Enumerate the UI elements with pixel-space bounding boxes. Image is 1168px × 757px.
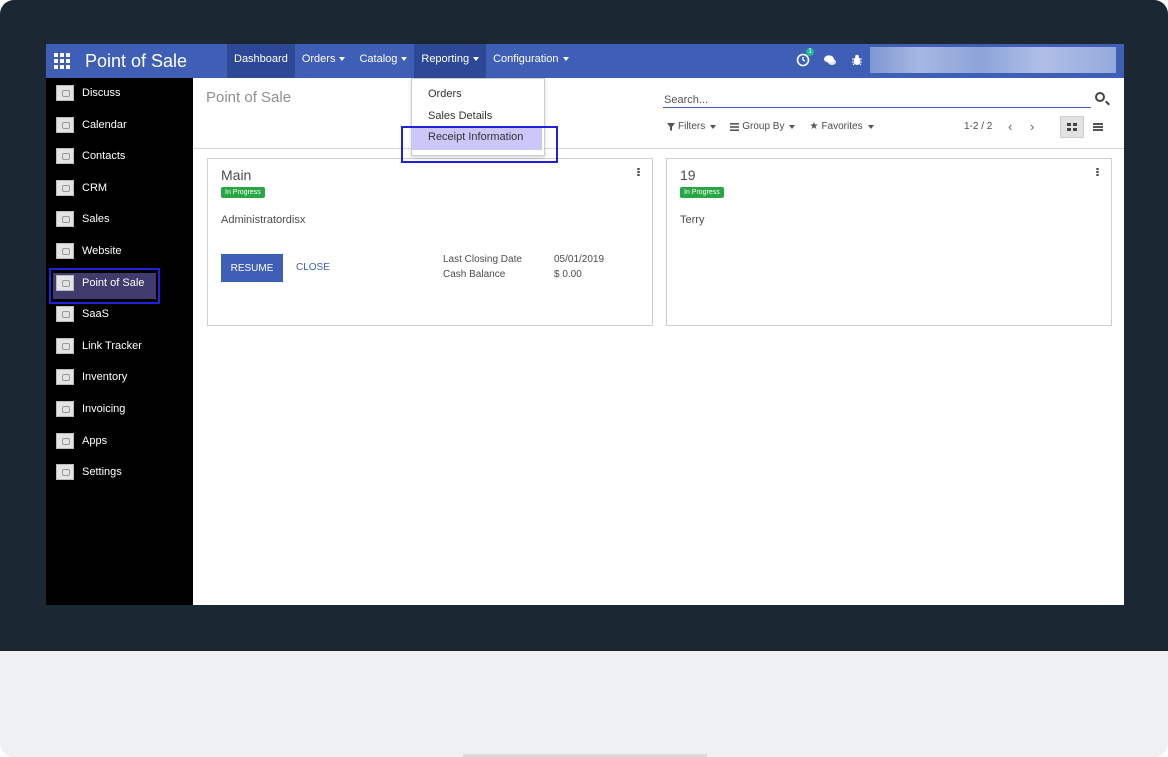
- list-view-button[interactable]: [1086, 116, 1110, 138]
- sidebar-item-crm[interactable]: CRM: [56, 178, 107, 198]
- breadcrumb: Point of Sale: [206, 89, 292, 106]
- session-title: Main: [221, 167, 252, 183]
- app-icon: [56, 211, 74, 227]
- closing-date-label: Last Closing Date: [443, 254, 522, 265]
- session-user: Administratordisx: [221, 214, 306, 226]
- session-card-19: 19 In Progress Terry: [666, 158, 1112, 326]
- kanban-icon: [1067, 123, 1077, 131]
- control-panel-divider: [193, 148, 1124, 149]
- app-sidebar: Discuss Calendar Contacts CRM Sales Webs…: [46, 78, 193, 605]
- app-icon: [56, 338, 74, 354]
- dropdown-item-orders[interactable]: Orders: [428, 88, 462, 100]
- app-icon: [56, 117, 74, 133]
- chevron-down-icon: [562, 57, 569, 62]
- cash-balance-label: Cash Balance: [443, 269, 506, 280]
- search-input[interactable]: [663, 92, 1064, 108]
- apps-grid-icon[interactable]: [54, 53, 70, 69]
- top-navbar: Point of Sale Dashboard Orders Catalog R…: [46, 44, 1124, 78]
- system-tray: 1: [796, 48, 864, 67]
- chevron-down-icon: [339, 57, 346, 62]
- chevron-down-icon: [710, 124, 717, 129]
- chevron-right-icon[interactable]: ›: [1030, 120, 1034, 133]
- monitor-chin: [0, 651, 1168, 757]
- filters-button[interactable]: Filters: [667, 121, 717, 132]
- funnel-icon: [667, 122, 675, 131]
- chevron-down-icon: [789, 124, 796, 129]
- app-icon: [56, 369, 74, 385]
- pager-value[interactable]: 1-2 / 2: [964, 121, 992, 132]
- sidebar-item-calendar[interactable]: Calendar: [56, 115, 127, 135]
- dropdown-item-sales-details[interactable]: Sales Details: [428, 110, 492, 122]
- menu-configuration[interactable]: Configuration: [486, 44, 575, 78]
- app-icon: [56, 433, 74, 449]
- sidebar-item-point-of-sale[interactable]: Point of Sale: [56, 273, 144, 293]
- session-card-main: Main In Progress Administratordisx RESUM…: [207, 158, 653, 326]
- menu-catalog[interactable]: Catalog: [352, 44, 414, 78]
- chevron-down-icon: [473, 57, 480, 62]
- sidebar-item-invoicing[interactable]: Invoicing: [56, 399, 125, 419]
- activity-clock-icon[interactable]: 1: [796, 48, 814, 67]
- sidebar-item-link-tracker[interactable]: Link Tracker: [56, 336, 142, 356]
- app-icon: [56, 180, 74, 196]
- kanban-view-button[interactable]: [1060, 116, 1084, 138]
- session-title: 19: [680, 167, 696, 183]
- search-options: Filters Group By ★ Favorites: [667, 121, 874, 132]
- app-icon: [56, 401, 74, 417]
- sidebar-item-sales[interactable]: Sales: [56, 209, 110, 229]
- favorites-button[interactable]: ★ Favorites: [809, 121, 874, 132]
- chevron-down-icon: [867, 124, 874, 129]
- kebab-menu-icon[interactable]: [637, 168, 640, 176]
- list-icon: [1093, 123, 1103, 131]
- chevron-down-icon: [401, 57, 408, 62]
- app-icon: [56, 85, 74, 101]
- status-badge: In Progress: [221, 187, 265, 198]
- sidebar-item-saas[interactable]: SaaS: [56, 304, 109, 324]
- sidebar-item-discuss[interactable]: Discuss: [56, 83, 121, 103]
- debug-bug-icon[interactable]: [850, 53, 864, 67]
- sidebar-item-apps[interactable]: Apps: [56, 431, 107, 451]
- search-bar: [663, 90, 1091, 108]
- close-session-link[interactable]: CLOSE: [296, 262, 330, 273]
- app-icon: [56, 275, 74, 291]
- user-menu-blurred[interactable]: [870, 47, 1116, 73]
- app-icon: [56, 306, 74, 322]
- sidebar-item-settings[interactable]: Settings: [56, 462, 122, 482]
- resume-button[interactable]: RESUME: [221, 254, 283, 282]
- menu-dashboard[interactable]: Dashboard: [227, 44, 295, 78]
- chat-bubbles-icon[interactable]: [823, 53, 837, 67]
- sidebar-item-inventory[interactable]: Inventory: [56, 367, 127, 387]
- app-icon: [56, 148, 74, 164]
- closing-date-value: 05/01/2019: [554, 254, 605, 265]
- menu-reporting[interactable]: Reporting: [414, 44, 487, 78]
- menu-orders[interactable]: Orders: [295, 44, 353, 78]
- app-screen: Point of Sale Dashboard Orders Catalog R…: [46, 44, 1124, 605]
- bars-icon: [730, 122, 740, 131]
- status-badge: In Progress: [680, 187, 724, 198]
- dropdown-highlight-box: [401, 126, 558, 163]
- activity-count-badge: 1: [806, 48, 814, 56]
- sidebar-item-website[interactable]: Website: [56, 241, 122, 261]
- app-icon: [56, 243, 74, 259]
- session-user: Terry: [680, 214, 705, 226]
- star-icon: ★: [809, 121, 819, 132]
- sidebar-item-contacts[interactable]: Contacts: [56, 146, 125, 166]
- cash-balance-value: $ 0.00: [554, 269, 582, 280]
- app-icon: [56, 464, 74, 480]
- groupby-button[interactable]: Group By: [730, 121, 796, 132]
- chevron-left-icon[interactable]: ‹: [1008, 120, 1012, 133]
- search-icon[interactable]: [1095, 92, 1105, 102]
- main-menu: Dashboard Orders Catalog Reporting Confi…: [227, 44, 576, 78]
- app-title: Point of Sale: [85, 51, 188, 71]
- kebab-menu-icon[interactable]: [1096, 168, 1099, 176]
